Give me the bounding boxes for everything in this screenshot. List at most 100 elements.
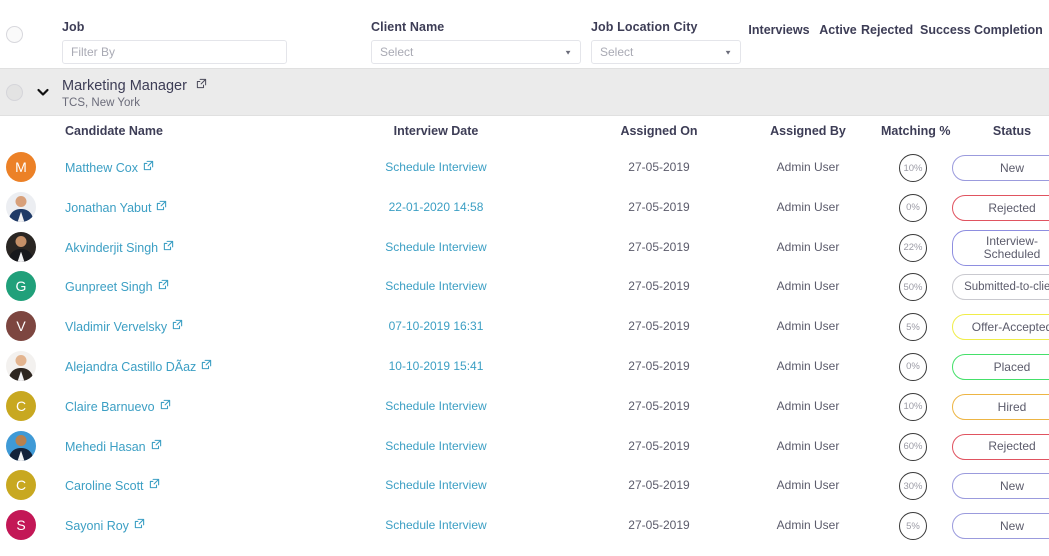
external-link-icon[interactable]	[151, 439, 162, 453]
matching-percent-ring: 0%	[899, 193, 927, 222]
table-row[interactable]: Alejandra Castillo DÃ­az 10-10-2019 15:41…	[0, 346, 1049, 387]
table-row[interactable]: Jonathan Yabut 22-01-2020 14:58 27-05-2019…	[0, 187, 1049, 228]
metric-header-interviews: Interviews	[748, 23, 810, 37]
status-badge[interactable]: Offer-Accepted	[952, 314, 1049, 341]
status-badge[interactable]: New	[952, 513, 1049, 540]
external-link-icon[interactable]	[196, 77, 207, 93]
status-badge[interactable]: Interview-Scheduled	[952, 229, 1049, 266]
external-link-icon[interactable]	[149, 478, 160, 492]
interview-date-link[interactable]: Schedule Interview	[380, 240, 492, 254]
candidate-name-link[interactable]: Claire Barnuevo	[65, 399, 171, 414]
job-row-checkbox[interactable]	[6, 84, 23, 101]
column-header-matching-pct: Matching %	[881, 124, 951, 138]
interview-date-link[interactable]: 07-10-2019 16:31	[380, 319, 492, 333]
avatar	[6, 430, 36, 461]
filter-input-0[interactable]: Filter By	[62, 40, 287, 64]
select-all-checkbox[interactable]	[6, 26, 23, 43]
external-link-icon[interactable]	[160, 399, 171, 413]
candidate-name-link[interactable]: Vladimir Vervelsky	[65, 319, 183, 334]
interview-date-link[interactable]: Schedule Interview	[380, 279, 492, 293]
filter-bar: Job Filter By Client Name Select ▼ Job Locati…	[0, 0, 1049, 68]
interview-date-link[interactable]: 10-10-2019 15:41	[380, 359, 492, 373]
column-header-interview-date: Interview Date	[393, 124, 479, 138]
status-badge[interactable]: New	[952, 473, 1049, 500]
table-row[interactable]: Mehedi Hasan Schedule Interview 27-05-2019…	[0, 426, 1049, 467]
assigned-by-value: Admin User	[776, 358, 840, 373]
column-header-assigned-by: Assigned By	[770, 124, 846, 138]
status-badge[interactable]: Submitted-to-client	[952, 274, 1049, 301]
avatar: G	[6, 271, 36, 302]
external-link-icon[interactable]	[201, 359, 212, 373]
assigned-by-value: Admin User	[776, 199, 840, 214]
assigned-on-value: 27-05-2019	[628, 199, 690, 214]
table-row[interactable]: Akvinderjit Singh Schedule Interview 27-05…	[0, 227, 1049, 268]
table-row[interactable]: C Claire Barnuevo Schedule Interview 27-05-…	[0, 386, 1049, 427]
matching-percent-ring: 5%	[899, 512, 927, 541]
job-title-text: Marketing Manager	[62, 78, 187, 94]
assigned-on-value: 27-05-2019	[628, 239, 690, 254]
table-row[interactable]: C Caroline Scott Schedule Interview 27-05-2…	[0, 466, 1049, 507]
candidate-name-link[interactable]: Akvinderjit Singh	[65, 240, 174, 255]
external-link-icon[interactable]	[143, 160, 154, 174]
interview-date-link[interactable]: Schedule Interview	[380, 160, 492, 174]
assigned-by-value: Admin User	[776, 518, 840, 533]
candidate-name-link[interactable]: Gunpreet Singh	[65, 279, 169, 294]
interview-date-link[interactable]: Schedule Interview	[380, 478, 492, 492]
assigned-on-value: 27-05-2019	[628, 160, 690, 174]
candidate-name-link[interactable]: Sayoni Roy	[65, 518, 145, 533]
filter-group-job: Job Filter By	[62, 20, 287, 64]
candidate-name-text: Sayoni Roy	[65, 519, 129, 534]
avatar	[6, 350, 36, 381]
candidate-name-link[interactable]: Alejandra Castillo DÃ­az	[65, 359, 212, 374]
interview-date-link[interactable]: Schedule Interview	[380, 518, 492, 532]
assigned-on-value: 27-05-2019	[628, 358, 690, 373]
table-row[interactable]: M Matthew Cox Schedule Interview 27-05-2019…	[0, 148, 1049, 188]
matching-percent-ring: 50%	[899, 273, 927, 302]
status-badge[interactable]: Placed	[952, 353, 1049, 380]
candidate-name-text: Matthew Cox	[65, 161, 138, 175]
assigned-by-value: Admin User	[776, 319, 840, 334]
avatar: M	[6, 152, 36, 182]
candidate-name-text: Vladimir Vervelsky	[65, 320, 168, 335]
interview-date-link[interactable]: Schedule Interview	[380, 399, 492, 413]
matching-percent-ring: 0%	[899, 352, 927, 381]
filter-select-2[interactable]: Select ▼	[591, 40, 741, 64]
avatar-photo-head	[15, 195, 27, 207]
assigned-by-value: Admin User	[776, 438, 840, 453]
table-row[interactable]: G Gunpreet Singh Schedule Interview 27-05-2…	[0, 267, 1049, 308]
interview-date-link[interactable]: Schedule Interview	[380, 439, 492, 453]
external-link-icon[interactable]	[163, 240, 174, 254]
assigned-by-value: Admin User	[776, 239, 840, 254]
filter-select-1[interactable]: Select ▼	[371, 40, 581, 64]
candidate-name-text: Jonathan Yabut	[65, 200, 152, 215]
external-link-icon[interactable]	[158, 279, 169, 293]
candidate-name-link[interactable]: Matthew Cox	[65, 160, 154, 175]
external-link-icon[interactable]	[172, 319, 183, 333]
avatar-initial: S	[16, 517, 26, 534]
filter-group-client-name: Client Name Select ▼	[371, 20, 581, 64]
external-link-icon[interactable]	[156, 200, 167, 214]
job-subtitle: TCS, New York	[62, 97, 140, 109]
status-badge[interactable]: New	[952, 155, 1049, 181]
candidate-name-link[interactable]: Caroline Scott	[65, 478, 160, 493]
table-row[interactable]: V Vladimir Vervelsky 07-10-2019 16:31 27-05…	[0, 307, 1049, 347]
status-badge[interactable]: Hired	[952, 393, 1049, 420]
table-row[interactable]: S Sayoni Roy Schedule Interview 27-05-2019 A…	[0, 506, 1049, 546]
candidate-name-link[interactable]: Jonathan Yabut	[65, 200, 167, 215]
filter-group-job-location-city: Job Location City Select ▼	[591, 20, 741, 64]
metric-header-completion: Completion	[974, 23, 1043, 37]
avatar-photo-head	[15, 434, 27, 446]
select-all-column	[0, 0, 56, 68]
interview-date-link[interactable]: 22-01-2020 14:58	[380, 200, 492, 214]
metric-header-success: Success	[920, 23, 971, 37]
status-badge[interactable]: Rejected	[952, 433, 1049, 460]
job-row[interactable]: Marketing Manager TCS, New York	[0, 68, 1049, 175]
external-link-icon[interactable]	[134, 518, 145, 532]
status-badge[interactable]: Rejected	[952, 194, 1049, 221]
candidate-name-text: Alejandra Castillo DÃ­az	[65, 359, 197, 374]
column-header-status: Status	[992, 124, 1032, 138]
candidate-name-link[interactable]: Mehedi Hasan	[65, 439, 162, 454]
job-title[interactable]: Marketing Manager	[62, 77, 207, 94]
expand-collapse-chevron-icon[interactable]	[36, 85, 50, 99]
assigned-on-value: 27-05-2019	[628, 478, 690, 493]
